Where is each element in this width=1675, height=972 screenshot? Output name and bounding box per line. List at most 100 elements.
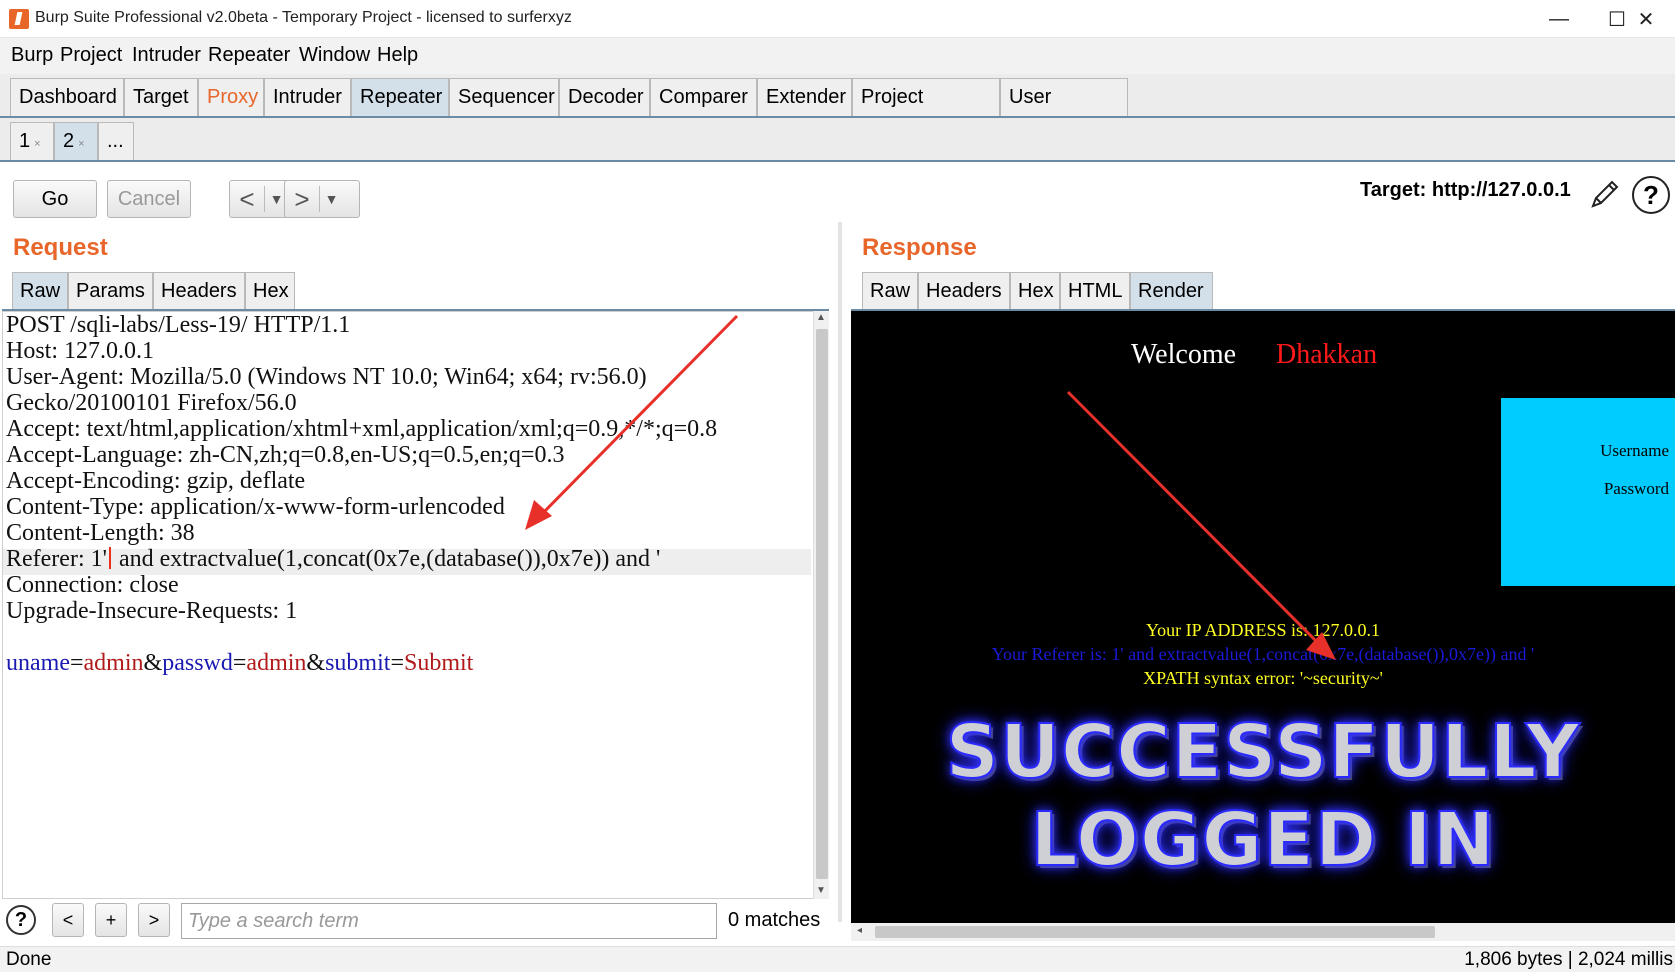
tab-proxy[interactable]: Proxy [198,78,264,116]
menu-intruder[interactable]: Intruder [132,44,201,67]
response-horizontal-scrollbar[interactable]: ◂ [851,923,1675,941]
request-line: Content-Type: application/x-www-form-url… [6,494,505,520]
go-button[interactable]: Go [13,180,97,218]
request-title: Request [13,234,108,261]
tab-comparer[interactable]: Comparer [650,78,757,116]
response-render-view: Welcome Dhakkan Username Password Your I… [851,311,1675,923]
request-line: Connection: close [6,572,179,598]
response-tab-headers[interactable]: Headers [918,272,1010,310]
repeater-tab-label: 2 [63,130,75,152]
success-banner-line2: LOGGED IN [1029,796,1496,884]
close-button[interactable]: ✕ [1617,0,1675,38]
search-prev-button[interactable]: < [52,903,84,937]
request-tab-headers[interactable]: Headers [153,272,245,310]
tab-target[interactable]: Target [124,78,198,116]
search-next-button[interactable]: > [138,903,170,937]
scrollbar-thumb[interactable] [875,926,1435,938]
request-line: Gecko/20100101 Firefox/56.0 [6,390,297,416]
password-label: Password [1603,479,1669,498]
body-ampersand: & [143,650,163,676]
close-tab-icon[interactable]: × [78,138,84,150]
status-bar: Done 1,806 bytes | 2,024 millis [0,946,1675,972]
body-ampersand: & [306,650,326,676]
username-label: Username [1600,441,1669,460]
request-body: uname=admin&passwd=admin&submit=Submit [6,650,473,676]
tab-project-options[interactable]: Project options [852,78,1000,144]
response-tab-render[interactable]: Render [1130,272,1213,310]
request-editor[interactable]: POST /sqli-labs/Less-19/ HTTP/1.1 Host: … [2,311,814,899]
status-text: Done [6,949,52,970]
menu-repeater[interactable]: Repeater [208,44,290,67]
request-line: Content-Length: 38 [6,520,195,546]
request-line: Host: 127.0.0.1 [6,338,155,364]
menu-bar: Burp Project Intruder Repeater Window He… [0,38,1675,74]
request-scrollbar[interactable]: ▲ ▼ [813,311,829,899]
xpath-error-text: XPATH syntax error: '~security~' [1143,668,1383,688]
request-line: User-Agent: Mozilla/5.0 (Windows NT 10.0… [6,364,647,390]
menu-help[interactable]: Help [377,44,418,67]
body-equals: = [232,650,247,676]
request-line: Accept: text/html,application/xhtml+xml,… [6,416,718,442]
menu-window[interactable]: Window [299,44,370,67]
help-icon[interactable]: ? [1632,176,1670,214]
repeater-tab-label: 1 [19,130,31,152]
body-param-name: uname [6,650,70,676]
repeater-tab-2[interactable]: 2 × [54,122,98,160]
menu-project[interactable]: Project [60,44,122,67]
request-line: Accept-Encoding: gzip, deflate [6,468,306,494]
tab-sequencer[interactable]: Sequencer [449,78,559,116]
search-help-icon[interactable]: ? [6,905,36,935]
forward-arrow-icon: > [294,183,310,214]
login-form-box: Username Password [1501,398,1675,586]
body-equals: = [390,650,404,676]
tab-intruder[interactable]: Intruder [264,78,351,116]
request-line: Accept-Language: zh-CN,zh;q=0.8,en-US;q=… [6,442,565,468]
body-param-name: passwd [162,650,233,676]
search-input[interactable] [181,903,717,939]
response-tab-html[interactable]: HTML [1060,272,1130,310]
close-tab-icon[interactable]: × [34,138,40,150]
body-equals: = [69,650,84,676]
back-arrow-icon: < [239,183,255,214]
request-tab-hex[interactable]: Hex [245,272,295,310]
response-tab-raw[interactable]: Raw [862,272,918,310]
response-title: Response [862,234,977,261]
new-repeater-tab[interactable]: ... [98,122,134,160]
body-param-value: Submit [403,650,474,676]
scroll-up-icon[interactable]: ▲ [816,312,826,323]
body-param-value: admin [246,650,307,676]
scroll-left-icon[interactable]: ◂ [857,925,862,936]
chevron-down-icon[interactable]: ▼ [319,186,343,212]
ip-address-text: Your IP ADDRESS is: 127.0.0.1 [1145,620,1381,640]
body-param-value: admin [83,650,144,676]
request-tab-raw[interactable]: Raw [12,272,68,310]
cancel-button[interactable]: Cancel [107,180,191,218]
repeater-tab-bar: 1 × 2 × ... [0,118,1675,162]
minimize-button[interactable]: — [1530,0,1588,38]
repeater-tab-1[interactable]: 1 × [10,122,54,160]
tab-repeater[interactable]: Repeater [351,78,449,116]
request-tab-params[interactable]: Params [68,272,153,310]
target-label: Target: http://127.0.0.1 [1360,179,1571,201]
window-title: Burp Suite Professional v2.0beta - Tempo… [35,9,572,26]
menu-burp[interactable]: Burp [11,44,53,67]
tab-extender[interactable]: Extender [757,78,852,116]
split-pane-divider[interactable] [838,222,842,922]
request-line: POST /sqli-labs/Less-19/ HTTP/1.1 [6,312,351,338]
forward-button[interactable]: > ▼ [284,180,360,218]
search-matches: 0 matches [728,909,821,931]
response-size-text: 1,806 bytes | 2,024 millis [1464,949,1673,970]
search-options-button[interactable]: + [95,903,127,937]
scrollbar-thumb[interactable] [816,329,828,879]
tab-user-options[interactable]: User options [1000,78,1128,144]
burp-logo-icon [9,9,29,29]
scroll-down-icon[interactable]: ▼ [816,885,826,896]
tab-decoder[interactable]: Decoder [559,78,650,116]
referer-line: Referer: 1' and extractvalue(1,concat(0x… [6,546,660,572]
referer-payload: and extractvalue(1,concat(0x7e,(database… [112,546,661,572]
tab-dashboard[interactable]: Dashboard [10,78,124,116]
response-tab-hex[interactable]: Hex [1010,272,1060,310]
logged-user-name: Dhakkan [1276,339,1378,370]
body-param-name: submit [325,650,391,676]
pencil-icon[interactable] [1587,176,1623,212]
